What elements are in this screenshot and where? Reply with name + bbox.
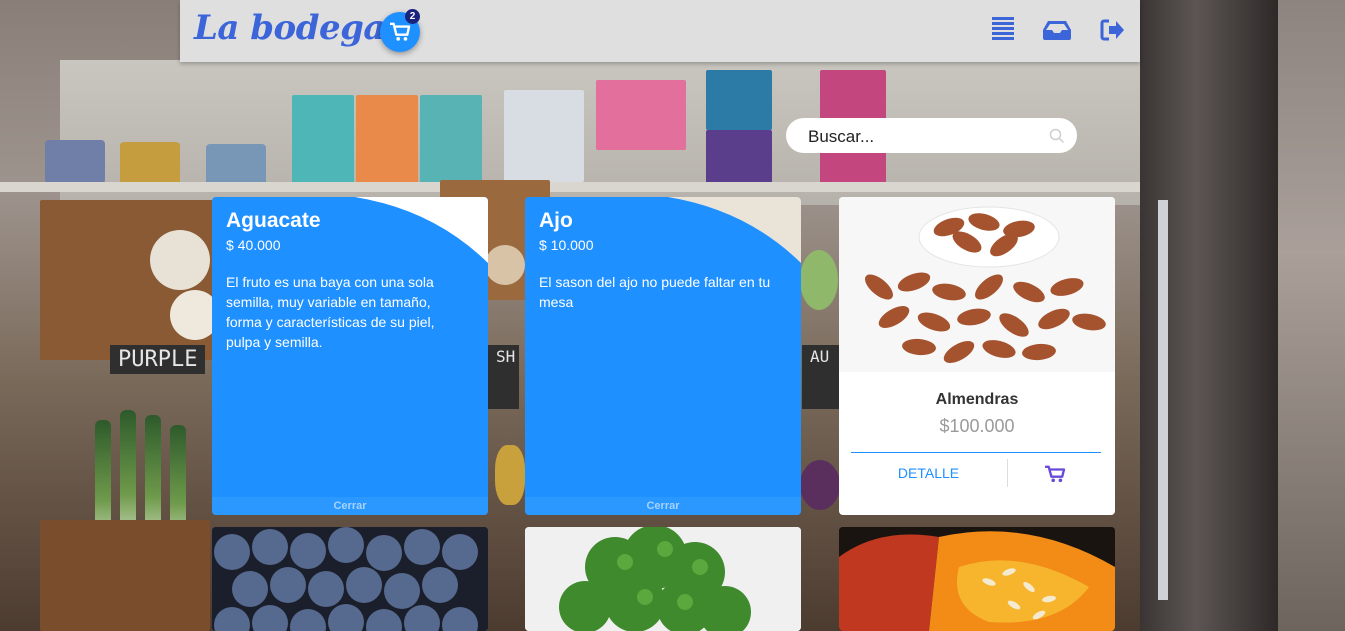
product-description: El sason del ajo no puede faltar en tu m… <box>539 274 771 310</box>
add-to-cart-icon[interactable] <box>1044 465 1066 483</box>
product-price: $100.000 <box>939 416 1015 436</box>
logout-icon[interactable] <box>1100 19 1124 46</box>
product-price: $ 40.000 <box>226 237 281 253</box>
brand-logo[interactable]: La bodega <box>194 8 385 48</box>
product-card-almendras[interactable]: Almendras $100.000 DETALLE <box>839 197 1115 515</box>
product-name: Ajo <box>539 209 573 232</box>
cart-count-badge: 2 <box>405 9 420 24</box>
product-card-ajo[interactable]: Ajo $ 10.000 El sason del ajo no puede f… <box>525 197 801 515</box>
search-box <box>786 118 1077 153</box>
close-button[interactable]: Cerrar <box>212 497 488 515</box>
product-name: Aguacate <box>226 209 321 232</box>
card-corner-decoration <box>354 197 488 264</box>
product-price: $ 10.000 <box>539 237 594 253</box>
product-card[interactable] <box>525 527 801 631</box>
close-button[interactable]: Cerrar <box>525 497 801 515</box>
pumpkin-image[interactable] <box>839 527 1115 631</box>
divider <box>851 452 1101 453</box>
blueberries-image[interactable] <box>212 527 488 631</box>
product-card[interactable] <box>212 527 488 631</box>
product-card[interactable] <box>839 527 1115 631</box>
product-description: El fruto es una baya con una sola semill… <box>226 274 435 350</box>
product-card-aguacate[interactable]: Aguacate $ 40.000 El fruto es una baya c… <box>212 197 488 515</box>
menu-icon[interactable] <box>992 17 1014 46</box>
broccoli-image[interactable] <box>525 527 801 631</box>
inbox-icon[interactable] <box>1043 20 1071 45</box>
top-navbar: La bodega 2 <box>180 0 1140 62</box>
divider <box>1007 459 1008 487</box>
detail-button[interactable]: DETALLE <box>851 459 1006 487</box>
search-input[interactable] <box>806 126 1040 148</box>
almonds-image[interactable] <box>839 197 1115 372</box>
search-icon[interactable] <box>1049 128 1065 144</box>
card-corner-decoration <box>667 197 801 264</box>
cart-icon <box>390 22 411 41</box>
product-name: Almendras <box>935 391 1019 408</box>
